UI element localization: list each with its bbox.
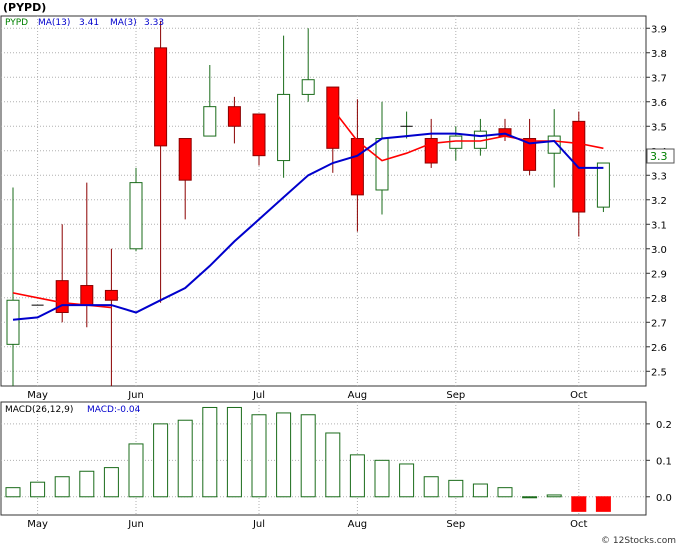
current-price-tag: 3.3 — [650, 150, 668, 163]
candle-body — [350, 138, 364, 196]
price-tick-label: 2.7 — [651, 318, 667, 329]
macd-bar-positive — [226, 406, 242, 498]
macd-params-label: MACD(26,12,9) — [5, 405, 73, 415]
copyright-footer: © 12Stocks.com — [601, 536, 676, 546]
macd-bar-positive — [276, 412, 292, 498]
macd-bar-positive — [325, 432, 341, 498]
macd-bar-positive — [374, 459, 390, 498]
macd-bar-positive — [202, 406, 218, 498]
candle-up — [596, 162, 610, 213]
price-x-tick-label: Jun — [127, 390, 144, 401]
price-x-tick-label: Sep — [446, 390, 465, 401]
macd-bar-positive — [497, 487, 513, 498]
price-tick-label: 3.8 — [651, 49, 667, 60]
price-tick-label: 3.2 — [651, 196, 667, 207]
chart-title: (PYPD) — [3, 1, 46, 14]
macd-bar-positive — [522, 496, 538, 499]
price-x-axis: May Jun Jul Aug Sep Oct — [27, 390, 587, 401]
price-tick-label: 3.7 — [651, 73, 667, 84]
ma3-legend-label: MA(3) — [110, 18, 137, 28]
price-tick-label: 2.8 — [651, 294, 667, 305]
macd-bar-positive — [30, 481, 46, 498]
price-tick-label: 3.0 — [651, 245, 667, 256]
candle-body — [80, 285, 94, 306]
candle-body — [301, 79, 315, 95]
macd-tick-label: 0.1 — [656, 456, 672, 467]
macd-bar-positive — [5, 487, 21, 498]
ma13-legend-label: MA(13) — [38, 18, 70, 28]
macd-plot-frame — [0, 401, 647, 516]
macd-bar-positive — [128, 443, 144, 498]
price-x-tick-label: Oct — [570, 390, 587, 401]
macd-value-label: MACD:-0.04 — [87, 405, 141, 415]
ma3-legend-value: 3.33 — [144, 18, 164, 28]
macd-bar-positive — [546, 494, 562, 498]
candle-body — [252, 113, 266, 157]
macd-x-tick-label: Jul — [252, 519, 265, 530]
macd-bar-positive — [448, 479, 464, 498]
price-x-tick-label: May — [27, 390, 48, 401]
candle-body — [203, 106, 217, 137]
candle-body — [326, 86, 340, 149]
ma13-legend-value: 3.41 — [79, 18, 99, 28]
price-tick-label: 3.5 — [651, 122, 667, 133]
chart-svg: 2.52.62.72.82.93.03.13.23.33.43.53.63.73… — [0, 1, 676, 546]
macd-x-axis: May Jun Jul Aug Sep Oct — [27, 519, 587, 530]
price-plot-frame — [0, 15, 647, 387]
candle-body — [129, 182, 143, 250]
macd-bar-negative — [595, 496, 611, 512]
price-y-axis: 2.52.62.72.82.93.03.13.23.33.43.53.63.73… — [646, 24, 667, 378]
macd-bar-positive — [472, 483, 488, 498]
candle-body — [104, 289, 118, 301]
macd-bar-positive — [399, 463, 415, 498]
macd-bar-negative — [571, 496, 587, 512]
macd-x-tick-label: Jun — [127, 519, 144, 530]
macd-bar-positive — [349, 454, 365, 498]
price-tick-label: 3.6 — [651, 98, 667, 109]
price-tick-label: 2.9 — [651, 269, 667, 280]
candle-body — [227, 106, 241, 127]
macd-tick-label: 0.2 — [656, 420, 672, 431]
macd-bar-positive — [251, 414, 267, 498]
candle-body — [154, 47, 168, 147]
macd-bar-positive — [79, 470, 95, 498]
candle-body — [277, 93, 291, 162]
price-tick-label: 3.1 — [651, 220, 667, 231]
price-tick-label: 2.5 — [651, 367, 667, 378]
candle-body — [596, 162, 610, 208]
ticker-label: PYPD — [5, 18, 28, 28]
stock-chart-panel: 2.52.62.72.82.93.03.13.23.33.43.53.63.73… — [0, 0, 680, 546]
candle-body — [375, 138, 389, 191]
macd-bar-positive — [54, 476, 70, 498]
macd-bar-positive — [153, 423, 169, 498]
macd-bar-positive — [103, 467, 119, 498]
macd-x-tick-label: Sep — [446, 519, 465, 530]
macd-x-tick-label: Aug — [348, 519, 368, 530]
macd-x-tick-label: Oct — [570, 519, 587, 530]
macd-y-axis: 0.0 0.1 0.2 — [646, 420, 672, 504]
macd-bar-positive — [177, 419, 193, 498]
candle-body — [178, 138, 192, 181]
macd-tick-label: 0.0 — [656, 493, 672, 504]
price-tick-label: 3.9 — [651, 24, 667, 35]
price-tick-label: 3.3 — [651, 171, 667, 182]
candle-body — [6, 299, 20, 345]
price-tick-label: 2.6 — [651, 343, 667, 354]
macd-x-tick-label: May — [27, 519, 48, 530]
price-x-tick-label: Aug — [348, 390, 368, 401]
price-x-tick-label: Jul — [252, 390, 265, 401]
macd-bar-positive — [423, 476, 439, 498]
macd-bar-positive — [300, 414, 316, 498]
